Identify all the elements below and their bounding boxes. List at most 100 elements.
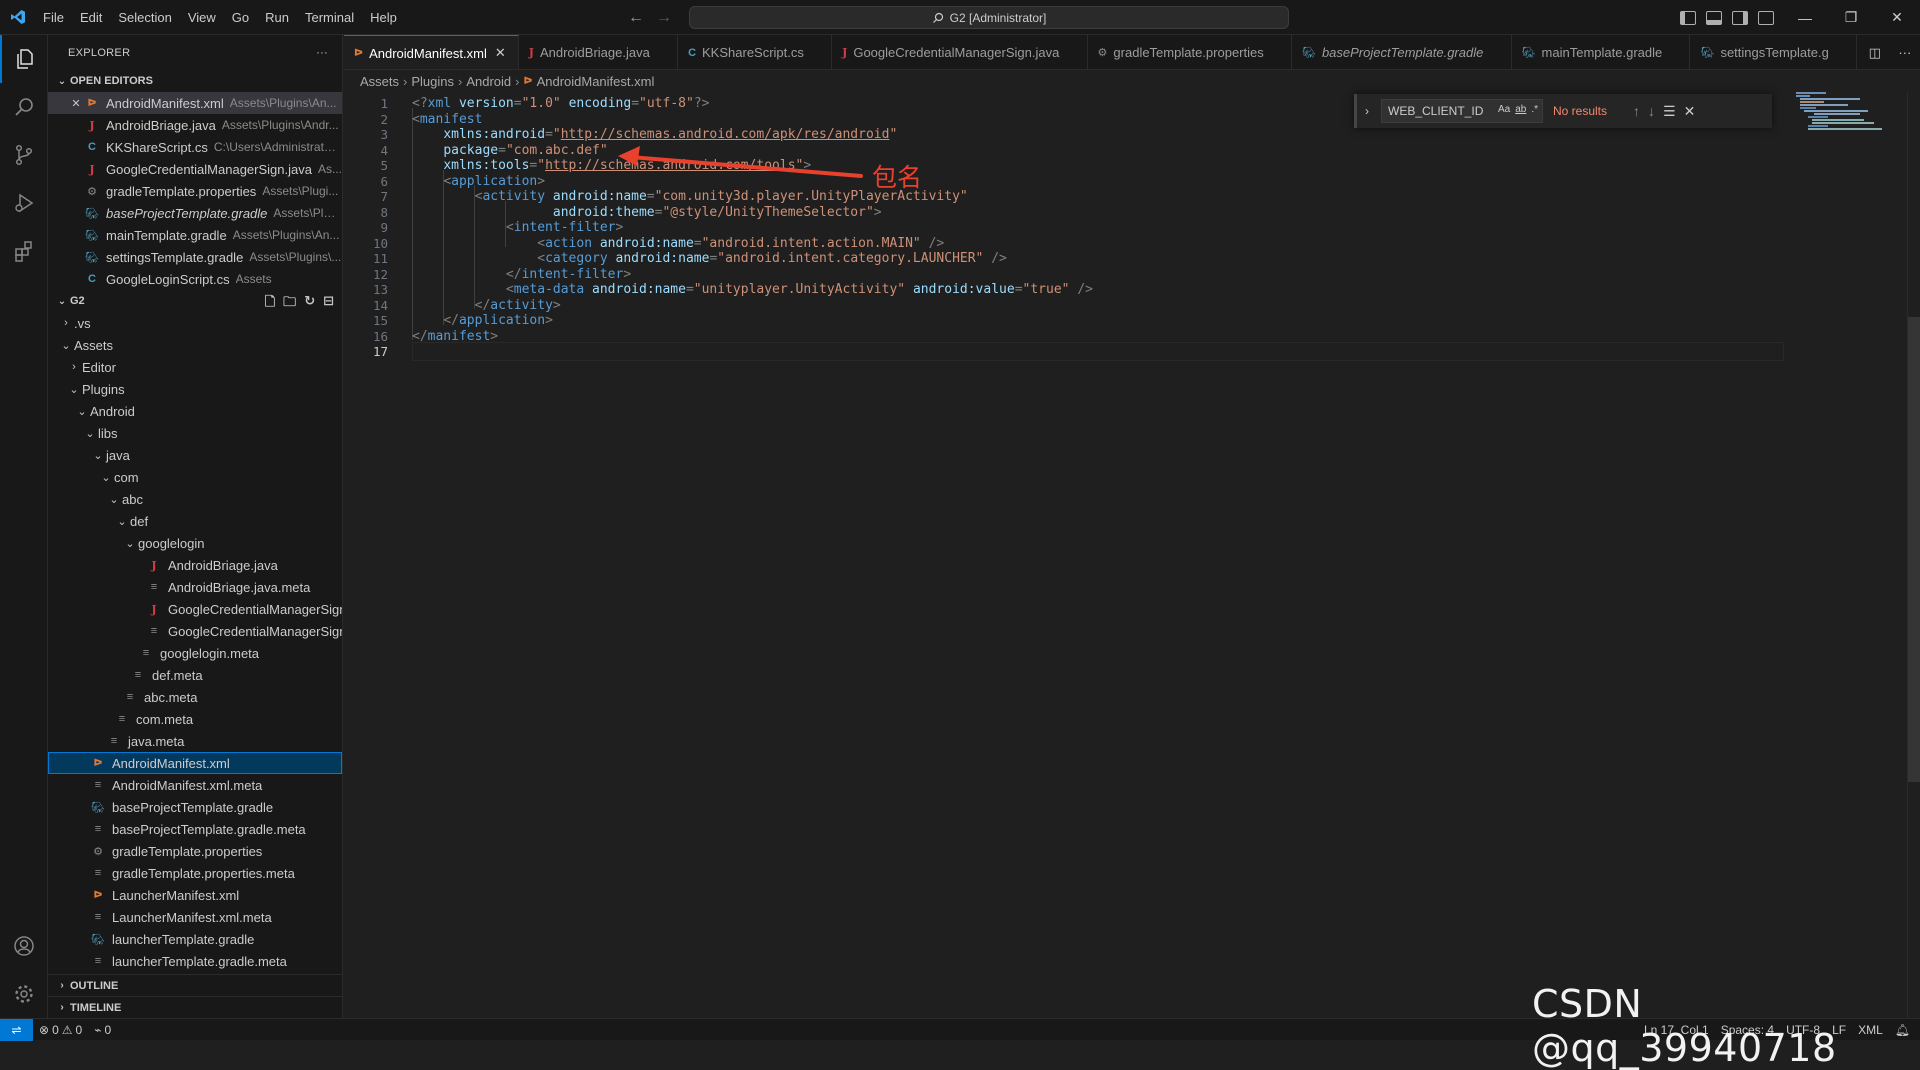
split-editor-icon[interactable]: ◫ xyxy=(1869,45,1881,61)
close-window-button[interactable]: ✕ xyxy=(1874,0,1920,35)
code-editor[interactable]: 1 <?xml version="1.0" encoding="utf-8"?> 2… xyxy=(344,92,1920,1018)
open-editors-section[interactable]: ⌄ OPEN EDITORS xyxy=(48,70,342,92)
accounts-icon[interactable] xyxy=(0,922,48,970)
remote-indicator-icon[interactable]: ⇌ xyxy=(0,1018,33,1041)
tree-folder[interactable]: ⌄ abc xyxy=(48,488,342,510)
more-actions-icon[interactable]: ··· xyxy=(316,47,328,59)
menu-edit[interactable]: Edit xyxy=(72,0,110,35)
open-editor-item[interactable]: J AndroidBriage.java Assets\Plugins\Andr..… xyxy=(48,114,342,136)
back-arrow-icon[interactable]: ← xyxy=(628,9,644,27)
editor-tab[interactable]: C KKShareScript.cs xyxy=(678,35,833,69)
open-editor-item[interactable]: 🐘︎ baseProjectTemplate.gradle Assets\Plugi… xyxy=(48,202,342,224)
editor-tab[interactable]: 🐘︎ baseProjectTemplate.gradle xyxy=(1292,35,1512,69)
tree-file[interactable]: ≡ com.meta xyxy=(48,708,342,730)
editor-tab[interactable]: ⚙ gradleTemplate.properties xyxy=(1088,35,1292,69)
menu-help[interactable]: Help xyxy=(362,0,405,35)
match-whole-word-toggle[interactable]: ab xyxy=(1515,104,1526,115)
more-actions-icon[interactable]: ··· xyxy=(1898,45,1911,60)
problems-status[interactable]: ⊗ 0 ⚠ 0 xyxy=(33,1023,88,1037)
source-control-icon[interactable] xyxy=(0,131,48,179)
manage-gear-icon[interactable] xyxy=(0,970,48,1018)
tree-file[interactable]: ᐅ AndroidManifest.xml xyxy=(48,752,342,774)
timeline-section[interactable]: › TIMELINE xyxy=(48,996,342,1018)
tree-file[interactable]: ≡ baseProjectTemplate.gradle.meta xyxy=(48,818,342,840)
extensions-icon[interactable] xyxy=(0,227,48,275)
tree-file[interactable]: ≡ GoogleCredentialManagerSign.... xyxy=(48,620,342,642)
tree-folder[interactable]: ⌄ java xyxy=(48,444,342,466)
previous-match-icon[interactable]: ↑ xyxy=(1633,103,1640,119)
tree-file[interactable]: ≡ launcherTemplate.gradle.meta xyxy=(48,950,342,972)
open-editor-item[interactable]: 🐘︎ mainTemplate.gradle Assets\Plugins\An..… xyxy=(48,224,342,246)
tree-folder[interactable]: ⌄ Assets xyxy=(48,334,342,356)
tree-file[interactable]: J AndroidBriage.java xyxy=(48,554,342,576)
tree-file[interactable]: ᐅ LauncherManifest.xml xyxy=(48,884,342,906)
forward-arrow-icon[interactable]: → xyxy=(656,9,672,27)
tree-file[interactable]: ≡ googlelogin.meta xyxy=(48,642,342,664)
breadcrumb-item[interactable]: Assets xyxy=(360,74,399,89)
close-icon[interactable]: ✕ xyxy=(68,97,84,110)
search-icon[interactable] xyxy=(0,83,48,131)
toggle-replace-chevron-icon[interactable]: › xyxy=(1357,104,1377,118)
tree-file[interactable]: J GoogleCredentialManagerSign.... xyxy=(48,598,342,620)
tree-file[interactable]: ≡ AndroidManifest.xml.meta xyxy=(48,774,342,796)
editor-tab[interactable]: ᐅ AndroidManifest.xml ✕ xyxy=(344,35,519,69)
toggle-secondary-sidebar-icon[interactable] xyxy=(1732,10,1748,25)
restore-button[interactable]: ❐ xyxy=(1828,0,1874,35)
tree-file[interactable]: ≡ java.meta xyxy=(48,730,342,752)
folder-section-g2[interactable]: ⌄ G2 🗋 🗀 ↻ ⊟ xyxy=(48,290,342,312)
minimize-button[interactable]: — xyxy=(1782,0,1828,35)
run-debug-icon[interactable] xyxy=(0,179,48,227)
open-editor-item[interactable]: 🐘︎ settingsTemplate.gradle Assets\Plugins\… xyxy=(48,246,342,268)
breadcrumb-item[interactable]: Android xyxy=(466,74,511,89)
scrollbar-thumb[interactable] xyxy=(1908,317,1920,782)
tree-file[interactable]: ≡ AndroidBriage.java.meta xyxy=(48,576,342,598)
breadcrumb-item[interactable]: AndroidManifest.xml xyxy=(537,74,655,89)
tree-folder[interactable]: ⌄ libs xyxy=(48,422,342,444)
breadcrumb-item[interactable]: Plugins xyxy=(411,74,454,89)
editor-tab[interactable]: 🐘︎ mainTemplate.gradle xyxy=(1512,35,1691,69)
match-case-toggle[interactable]: Aa xyxy=(1498,104,1510,115)
editor-tab[interactable]: J AndroidBriage.java xyxy=(519,35,679,69)
minimap[interactable] xyxy=(1796,92,1886,132)
find-input[interactable]: WEB_CLIENT_ID Aa ab .* xyxy=(1381,99,1543,123)
editor-tab[interactable]: J GoogleCredentialManagerSign.java xyxy=(832,35,1088,69)
find-in-selection-icon[interactable]: ☰ xyxy=(1663,103,1676,120)
menu-terminal[interactable]: Terminal xyxy=(297,0,362,35)
tree-file[interactable]: 🐘︎ baseProjectTemplate.gradle xyxy=(48,796,342,818)
menu-view[interactable]: View xyxy=(180,0,224,35)
tree-file[interactable]: ≡ def.meta xyxy=(48,664,342,686)
menu-run[interactable]: Run xyxy=(257,0,297,35)
open-editor-item[interactable]: C GoogleLoginScript.cs Assets xyxy=(48,268,342,290)
explorer-icon[interactable] xyxy=(0,35,48,83)
tree-file[interactable]: 🐘︎ launcherTemplate.gradle xyxy=(48,928,342,950)
tree-folder[interactable]: ⌄ googlelogin xyxy=(48,532,342,554)
toggle-primary-sidebar-icon[interactable] xyxy=(1680,10,1696,25)
command-center-search[interactable]: G2 [Administrator] xyxy=(689,6,1289,29)
outline-section[interactable]: › OUTLINE xyxy=(48,974,342,996)
menu-file[interactable]: File xyxy=(35,0,72,35)
editor-scrollbar[interactable] xyxy=(1907,92,1920,1018)
use-regex-toggle[interactable]: .* xyxy=(1531,104,1538,115)
tree-folder[interactable]: ⌄ Plugins xyxy=(48,378,342,400)
open-editor-item[interactable]: J GoogleCredentialManagerSign.java As... xyxy=(48,158,342,180)
ports-status[interactable]: ⌁ 0 xyxy=(88,1023,117,1037)
tree-file[interactable]: ≡ abc.meta xyxy=(48,686,342,708)
menu-selection[interactable]: Selection xyxy=(110,0,179,35)
tree-file[interactable]: ≡ gradleTemplate.properties.meta xyxy=(48,862,342,884)
close-find-icon[interactable]: ✕ xyxy=(1684,103,1696,120)
tree-folder[interactable]: ⌄ com xyxy=(48,466,342,488)
editor-tab[interactable]: 🐘︎ settingsTemplate.g xyxy=(1690,35,1858,69)
next-match-icon[interactable]: ↓ xyxy=(1648,103,1655,119)
menu-go[interactable]: Go xyxy=(224,0,257,35)
customize-layout-icon[interactable] xyxy=(1758,10,1774,25)
close-tab-icon[interactable]: ✕ xyxy=(495,45,506,61)
tree-folder[interactable]: › .vs xyxy=(48,312,342,334)
open-editor-item[interactable]: C KKShareScript.cs C:\Users\Administrator.… xyxy=(48,136,342,158)
tree-file[interactable]: ⚙ gradleTemplate.properties xyxy=(48,840,342,862)
open-editor-item[interactable]: ⚙ gradleTemplate.properties Assets\Plugi..… xyxy=(48,180,342,202)
tree-folder[interactable]: ⌄ def xyxy=(48,510,342,532)
tree-file[interactable]: ≡ LauncherManifest.xml.meta xyxy=(48,906,342,928)
tree-folder[interactable]: ⌄ Android xyxy=(48,400,342,422)
toggle-panel-icon[interactable] xyxy=(1706,10,1722,25)
open-editor-item[interactable]: ✕ ᐅ AndroidManifest.xml Assets\Plugins\An..… xyxy=(48,92,342,114)
